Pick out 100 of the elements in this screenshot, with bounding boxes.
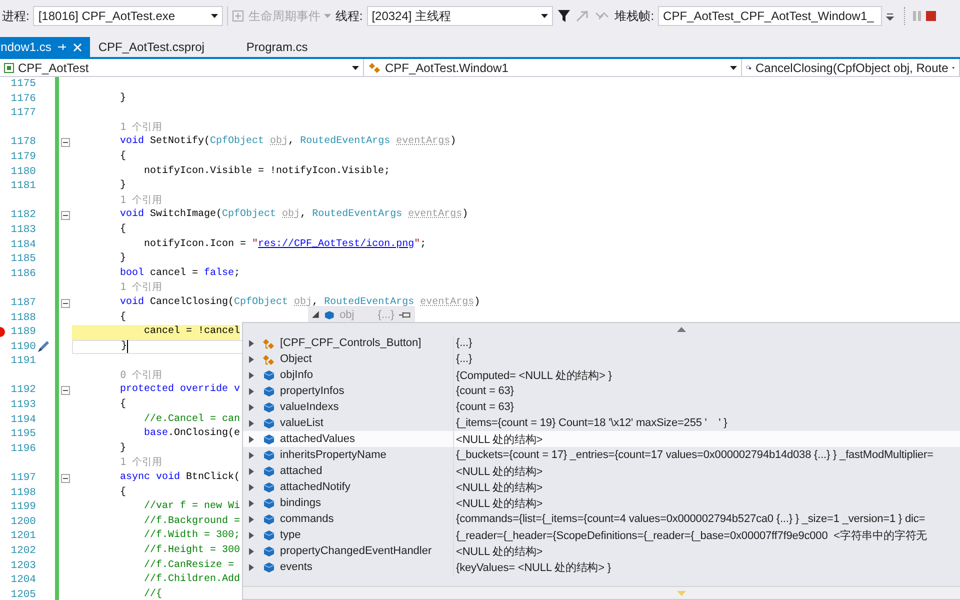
member-name: inheritsPropertyName (280, 449, 386, 461)
line-number: 1201 (10, 530, 36, 542)
line-number: 1197 (10, 472, 36, 484)
datatip-row[interactable]: attachedValues <NULL 处的结构> (243, 431, 960, 447)
expander-icon (312, 311, 319, 318)
dropdown[interactable]: [18016] CPF_AotTest.exe (33, 6, 224, 26)
collapse-icon[interactable] (61, 211, 70, 220)
member-value: <NULL 处的结构> (456, 434, 543, 446)
member-value: <NULL 处的结构> (456, 466, 543, 478)
datatip-row[interactable]: inheritsPropertyName {_buckets={count = 17} _entries={count=17 values=0x000002794b14d038 {...} } _fastModMultiplier= (243, 447, 960, 463)
line-number: 1184 (10, 238, 36, 251)
line-number: 1195 (10, 428, 36, 440)
variable-name: obj (340, 308, 356, 320)
code-line: { (119, 222, 126, 237)
caret-icon (211, 14, 218, 18)
line-number: 1177 (10, 107, 36, 120)
line-number: 1204 (10, 574, 36, 586)
field-icon (262, 512, 276, 526)
line-number: 1205 (10, 588, 36, 600)
scroll-down-icon (677, 590, 686, 596)
stop-icon[interactable] (926, 11, 936, 21)
member-name: propertyChangedEventHandler (280, 545, 432, 557)
member-name: bindings (280, 497, 321, 509)
scroll-up-icon (677, 326, 686, 332)
datatip-row[interactable]: propertyChangedEventHandler <NULL 处的结构> (243, 543, 960, 559)
expand-icon (249, 436, 254, 442)
file-tab[interactable]: indow1.cs (0, 37, 90, 57)
dropdown[interactable]: CPF_AotTest_CPF_AotTest_Window1_ (658, 6, 882, 26)
line-number: 1198 (10, 486, 36, 499)
class-icon (262, 336, 276, 350)
member-value: {count = 63} (456, 401, 514, 413)
code-line: //f.CanResize = (143, 558, 234, 573)
member-value: {Computed= <NULL 处的结构> } (456, 370, 612, 382)
dropdown[interactable]: CPF_AotTest.Window1 (364, 59, 742, 77)
class-icon (262, 352, 276, 366)
member-name: events (280, 561, 312, 573)
line-number: 1200 (10, 516, 36, 528)
member-name: Object (280, 353, 312, 365)
line-number: 1176 (10, 92, 36, 105)
expand-icon (249, 340, 254, 346)
collapse-icon[interactable] (61, 386, 70, 396)
dropdown[interactable]: CPF_AotTest (0, 59, 364, 77)
collapse-icon[interactable] (61, 474, 70, 483)
line-number: 1193 (10, 399, 36, 412)
field-icon (262, 400, 276, 414)
filter-icon[interactable] (556, 9, 571, 23)
field-icon (262, 384, 276, 398)
line-number: 1199 (10, 501, 36, 514)
line-number: 1180 (10, 166, 36, 178)
datatip-row[interactable]: Object {...} (243, 351, 960, 367)
datatip-row[interactable]: attachedNotify <NULL 处的结构> (243, 479, 960, 495)
datatip-row[interactable]: commands {commands={list={_items={count=4 values=0x000002794b527ca0 {...} } _size=1 _version=1 } dic= (243, 511, 960, 527)
file-tab[interactable]: Program.cs (246, 37, 314, 57)
collapse-icon[interactable] (61, 138, 70, 148)
line-number: 1196 (10, 442, 36, 455)
code-line: } (119, 442, 126, 456)
line-number: 1192 (10, 384, 36, 396)
caret-icon (952, 66, 955, 70)
datatip-row[interactable]: events {keyValues= <NULL 处的结构> } (243, 559, 960, 575)
code-line: //f.Background = (143, 514, 240, 529)
caret-icon (324, 14, 332, 18)
code-line: //var f = new Wi (143, 500, 240, 514)
code-line: async void BtnClick( (119, 471, 240, 486)
member-name: attachedNotify (280, 481, 350, 493)
code-line: base.OnClosing(e (143, 427, 240, 442)
member-value: {keyValues= <NULL 处的结构> } (456, 562, 611, 574)
process-label: 进程: (2, 8, 30, 24)
field-icon (262, 448, 276, 462)
member-value: {count = 63} (456, 385, 514, 397)
datatip-row[interactable]: type {_reader={_header={ScopeDefinitions={_reader={_base=0x00007ff7f9e9c000 <字符串中的字符无 (243, 527, 960, 543)
member-value: {commands={list={_items={count=4 values=0x000002794b527ca0 {...} } _size=1 _version=1 } dic= (456, 513, 926, 525)
datatip-row[interactable]: valueIndexs {count = 63} (243, 399, 960, 415)
datatip-row[interactable]: attached <NULL 处的结构> (243, 463, 960, 479)
expand-icon (249, 452, 254, 458)
pencil-icon (36, 340, 50, 354)
member-name: [CPF_CPF_Controls_Button] (280, 337, 422, 349)
expand-icon (249, 404, 254, 410)
code-line: bool cancel = false; (119, 266, 240, 281)
field-icon (262, 544, 276, 558)
thread-label: 线程: (335, 8, 363, 24)
file-tab[interactable]: CPF_AotTest.csproj (98, 37, 210, 57)
dropdown[interactable]: [20324] 主线程 (366, 6, 553, 26)
datatip-row[interactable]: objInfo {Computed= <NULL 处的结构> } (243, 367, 960, 383)
code-line: { (119, 150, 126, 164)
expand-icon (249, 356, 254, 362)
line-number: 1190 (10, 340, 36, 353)
member-value: <NULL 处的结构> (456, 546, 543, 558)
line-number: 1187 (10, 296, 36, 309)
datatip-row[interactable]: [CPF_CPF_Controls_Button] {...} (243, 335, 960, 351)
dropdown[interactable]: CancelClosing(CpfObject obj, Route (742, 59, 960, 77)
line-number: 1175 (10, 78, 36, 90)
code-line: void CancelClosing(CpfObject obj, RoutedEventArgs eventArgs) (119, 296, 480, 310)
field-icon (262, 432, 276, 446)
close-icon (73, 42, 82, 52)
datatip-row[interactable]: propertyInfos {count = 63} (243, 383, 960, 399)
code-line: } (119, 252, 126, 266)
code-line: notifyIcon.Icon = "res://CPF_AotTest/icon.png"; (143, 238, 426, 252)
datatip-row[interactable]: bindings <NULL 处的结构> (243, 495, 960, 511)
code-line: //f.Width = 300; (143, 529, 240, 544)
collapse-icon[interactable] (61, 298, 70, 308)
